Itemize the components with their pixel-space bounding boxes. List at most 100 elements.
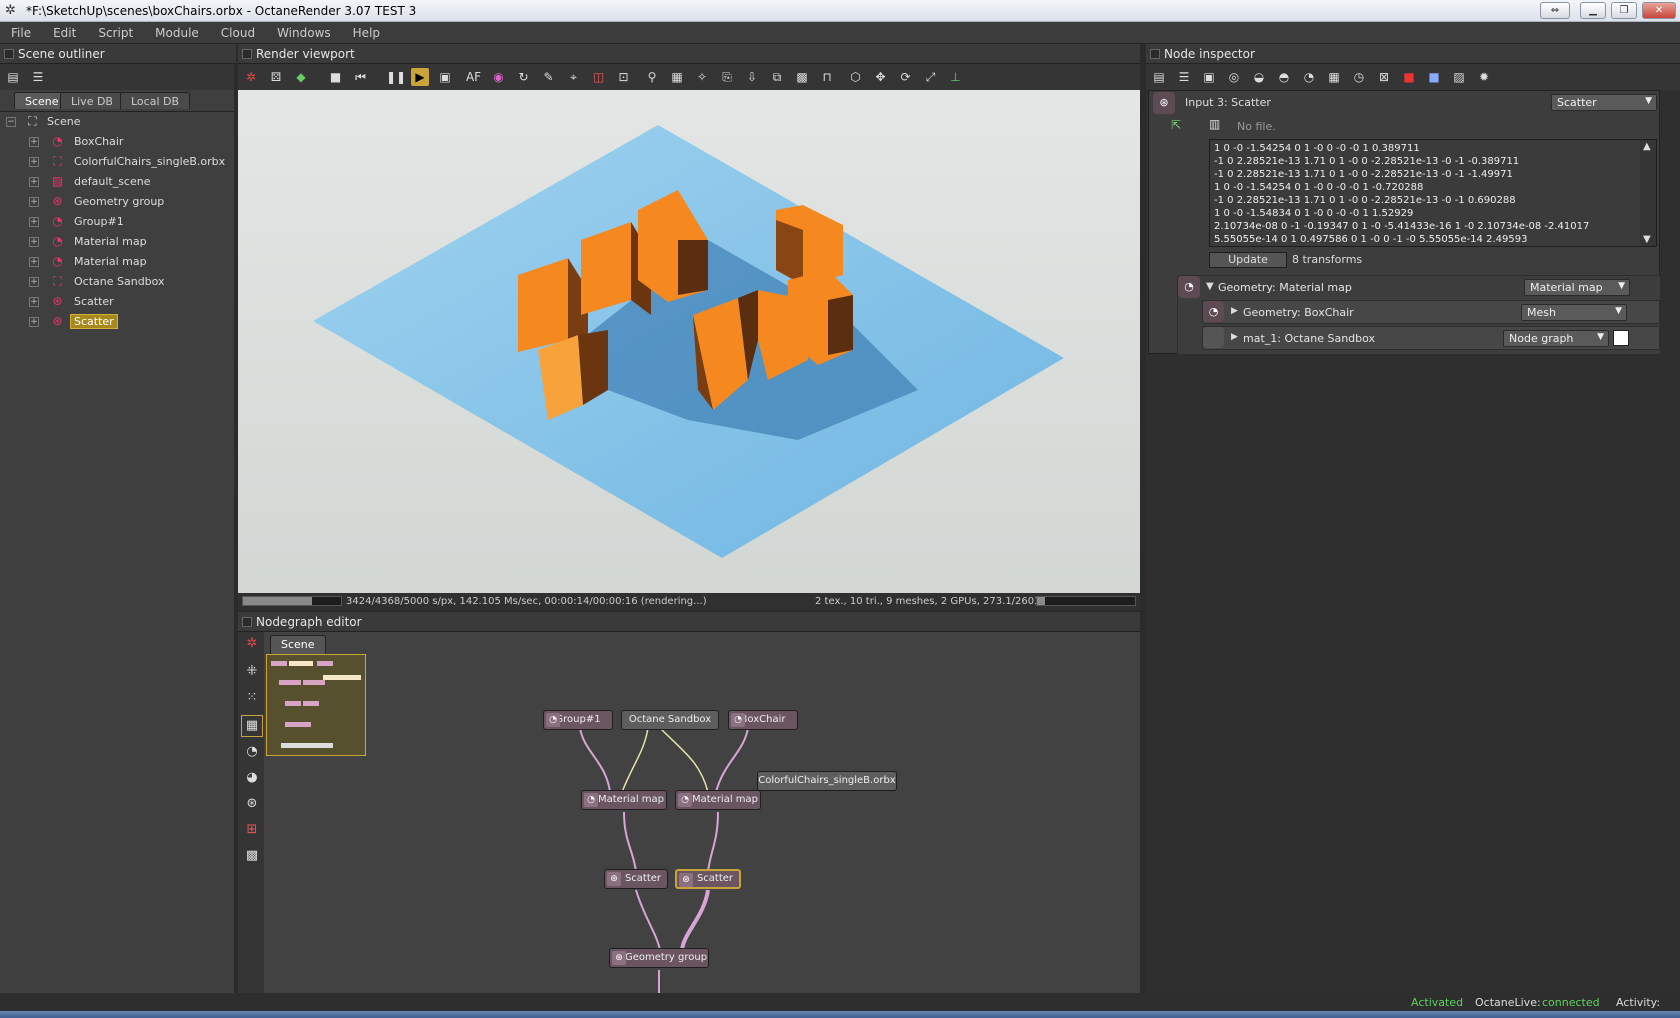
menu-cloud[interactable]: Cloud [210,22,266,40]
expand-toggle[interactable]: + [29,177,39,187]
red-cube-icon[interactable]: ■ [1400,68,1418,86]
node-colorful-chairs[interactable]: ColorfulChairs_singleB.orbx [757,771,897,791]
node-boxchair[interactable]: ◔ BoxChair [728,710,798,730]
box-icon[interactable]: ⬡ [847,68,865,86]
node-group1[interactable]: ◔ Group#1 [543,710,613,730]
film-region-icon[interactable]: ⊡ [615,68,633,86]
color-swatch[interactable] [1613,330,1629,346]
menu-windows[interactable]: Windows [266,22,342,40]
menu-module[interactable]: Module [144,22,210,40]
blue-cube-icon[interactable]: ■ [1425,68,1443,86]
play-icon[interactable]: ▶ [411,68,429,86]
collapse-icon[interactable]: ▤ [1150,68,1168,86]
scroll-down-icon[interactable]: ▼ [1643,234,1651,245]
pause-icon[interactable]: ❚❚ [386,68,406,86]
tree-item[interactable]: + ◔ Material map [0,252,220,272]
tab-local-db[interactable]: Local DB [120,92,191,109]
transforms-textarea[interactable]: 1 0 -0 -1.54254 0 1 -0 0 -0 -0 1 0.38971… [1209,139,1657,247]
collapse-all-icon[interactable]: ▤ [4,68,22,86]
expand-arrow-icon[interactable]: ▶ [1231,332,1238,342]
file-browse-icon[interactable]: ▥ [1209,117,1227,135]
node-material-map-2[interactable]: ◔ Material map [675,790,761,810]
expand-all-icon[interactable]: ☰ [29,68,47,86]
expand-toggle[interactable]: + [29,137,39,147]
restore-arrows-icon[interactable]: ⇔ [1540,2,1570,19]
tree-item[interactable]: + ◔ Group#1 [0,212,220,232]
node-scatter-2[interactable]: ⊛ Scatter [675,869,741,889]
tree-item[interactable]: + ◔ BoxChair [0,132,220,152]
render-region-icon[interactable]: ▣ [436,68,454,86]
image-icon[interactable]: ▨ [1450,68,1468,86]
tree-item[interactable]: + ▨ default_scene [0,172,220,192]
grid-icon[interactable]: ▩ [242,846,262,866]
film-settings-icon[interactable]: ◎ [1225,68,1243,86]
save-image-icon[interactable]: ⇩ [743,68,761,86]
panel-toggle-checkbox[interactable] [4,49,14,59]
fit-icon[interactable]: ⤢ [922,68,940,86]
tree-item[interactable]: + ⊛ Scatter [0,312,220,332]
transforms-scrollbar[interactable]: ▲ ▼ [1640,140,1656,246]
render-image[interactable] [238,90,1140,593]
node-scatter-icon[interactable]: ⊛ [242,794,262,814]
reset-graph-icon[interactable]: ✲ [242,634,262,654]
expand-toggle[interactable]: + [29,317,39,327]
tree-item[interactable]: + ⊛ Scatter [0,292,220,312]
imager-icon[interactable]: ◓ [1275,68,1293,86]
expand-toggle[interactable]: + [29,197,39,207]
node-type-dropdown[interactable]: Scatter ▼ [1551,94,1657,111]
expand-toggle[interactable]: + [29,297,39,307]
focus-picker-icon[interactable]: ✧ [693,68,711,86]
tree-item[interactable]: + ⊛ Geometry group [0,192,220,212]
clay-icon[interactable]: ▩ [793,68,811,86]
copy-icon[interactable]: ⎘ [718,68,736,86]
panel-toggle-checkbox[interactable] [242,617,252,627]
update-button[interactable]: Update [1209,252,1287,268]
expand-arrow-icon[interactable]: ▼ [1206,281,1214,292]
panel-toggle-checkbox[interactable] [242,49,252,59]
maximize-button[interactable]: ❐ [1611,2,1637,19]
rotate-icon[interactable]: ↻ [515,68,533,86]
tree-item[interactable]: + ⛶ Octane Sandbox [0,272,220,292]
orbit-icon[interactable]: ⟳ [897,68,915,86]
menu-file[interactable]: File [0,22,42,40]
expand-toggle[interactable]: + [29,257,39,267]
node-mesh-icon[interactable]: ◔ [242,742,262,762]
axis-icon[interactable]: ⊥ [947,68,965,86]
tree-root-scene[interactable]: − ⛶ Scene [0,112,220,132]
expand-toggle[interactable]: + [29,237,39,247]
sun-icon[interactable]: ✹ [1475,68,1493,86]
expand-toggle[interactable]: + [29,277,39,287]
minimize-button[interactable]: ▁ [1580,2,1606,19]
menu-script[interactable]: Script [87,22,144,40]
file-icon[interactable]: ⇱ [1171,118,1191,136]
scroll-up-icon[interactable]: ▲ [1643,141,1651,152]
film-icon[interactable]: ⚄ [267,68,285,86]
tab-live-db[interactable]: Live DB [60,92,124,109]
postprocess-icon[interactable]: ⊠ [1375,68,1393,86]
node-graph-dropdown[interactable]: Node graph ▼ [1503,330,1609,347]
mesh-type-dropdown[interactable]: Mesh ▼ [1521,304,1627,321]
camera-icon[interactable]: ▣ [1200,68,1218,86]
object-picker-icon[interactable]: ⌖ [565,68,583,86]
node-texture-icon[interactable]: ⊞ [242,820,262,840]
clock-icon[interactable]: ◷ [1350,68,1368,86]
nodegraph-canvas[interactable]: Scene ◔ Group#1 Octane Sandbox ◔ BoxChair … [264,632,1140,993]
expand-icon[interactable]: ☰ [1175,68,1193,86]
lock-icon[interactable]: ⊓ [818,68,836,86]
arrange-icon[interactable]: ⁜ [242,662,262,682]
tree-item[interactable]: + ⛶ ColorfulChairs_singleB.orbx [0,152,225,172]
environment-icon[interactable]: ◒ [1250,68,1268,86]
restart-icon[interactable]: ⏮ [352,68,370,86]
node-material-icon[interactable]: ◕ [242,768,262,788]
panel-toggle-checkbox[interactable] [1150,49,1160,59]
node-geometry-group[interactable]: ⊛ Geometry group [609,948,709,968]
graph-view-icon[interactable]: ▦ [241,715,263,737]
layers-icon[interactable]: ⧉ [768,68,786,86]
expand-toggle[interactable]: + [29,157,39,167]
node-scatter-1[interactable]: ⊛ Scatter [604,869,668,889]
close-button[interactable]: ✕ [1642,2,1676,19]
zoom-icon[interactable]: ⚲ [643,68,661,86]
material-icon[interactable]: ◔ [1300,68,1318,86]
af-icon[interactable]: AF [465,68,483,86]
expand-toggle[interactable]: + [29,217,39,227]
